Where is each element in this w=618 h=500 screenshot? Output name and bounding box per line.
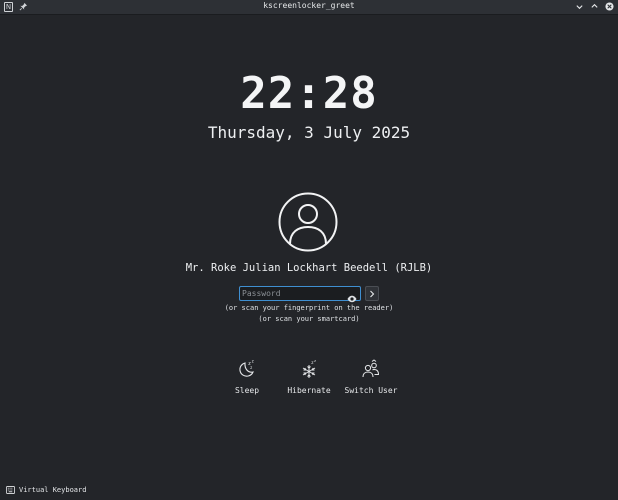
- switch-user-label: Switch User: [344, 386, 398, 395]
- sleep-label: Sleep: [234, 386, 260, 395]
- switch-user-icon: [362, 359, 380, 378]
- show-password-icon[interactable]: [347, 289, 357, 303]
- clock-date: Thursday, 3 July 2025: [207, 123, 411, 142]
- window-title: kscreenlocker_greet: [263, 1, 355, 10]
- clock-time: 22:28: [240, 68, 378, 119]
- close-icon[interactable]: [605, 2, 614, 11]
- sleep-button[interactable]: z z z Sleep: [216, 359, 278, 395]
- switch-user-button[interactable]: Switch User: [340, 359, 402, 395]
- login-button[interactable]: [365, 286, 379, 301]
- fingerprint-hint: (or scan your fingerprint on the reader): [224, 304, 394, 312]
- sleep-icon: z z z: [239, 359, 255, 377]
- password-field[interactable]: [239, 286, 361, 303]
- hibernate-button[interactable]: z z Hibernate: [278, 359, 340, 395]
- hibernate-icon: z z: [302, 359, 316, 378]
- title-bar[interactable]: N kscreenlocker_greet: [0, 0, 618, 15]
- virtual-keyboard-label: Virtual Keyboard: [19, 486, 87, 494]
- svg-text:z: z: [314, 359, 316, 363]
- user-name: Mr. Roke Julian Lockhart Beedell (RJLB): [185, 262, 433, 274]
- password-input[interactable]: [242, 287, 342, 300]
- arrow-right-icon: [370, 290, 375, 297]
- smartcard-hint: (or scan your smartcard): [258, 315, 360, 323]
- password-row: [239, 286, 379, 303]
- svg-text:z: z: [250, 365, 253, 370]
- lock-screen-window: N kscreenlocker_greet 22:28 Thursday, 3 …: [0, 0, 618, 500]
- hibernate-label: Hibernate: [287, 386, 331, 395]
- session-actions: z z z Sleep z z Hibernate Switch User: [0, 359, 618, 395]
- virtual-keyboard-button[interactable]: Virtual Keyboard: [6, 486, 86, 494]
- svg-text:z: z: [252, 359, 255, 364]
- user-avatar: [278, 192, 338, 252]
- keyboard-icon: [6, 486, 15, 494]
- minimize-icon[interactable]: [575, 2, 584, 11]
- maximize-icon[interactable]: [590, 2, 599, 11]
